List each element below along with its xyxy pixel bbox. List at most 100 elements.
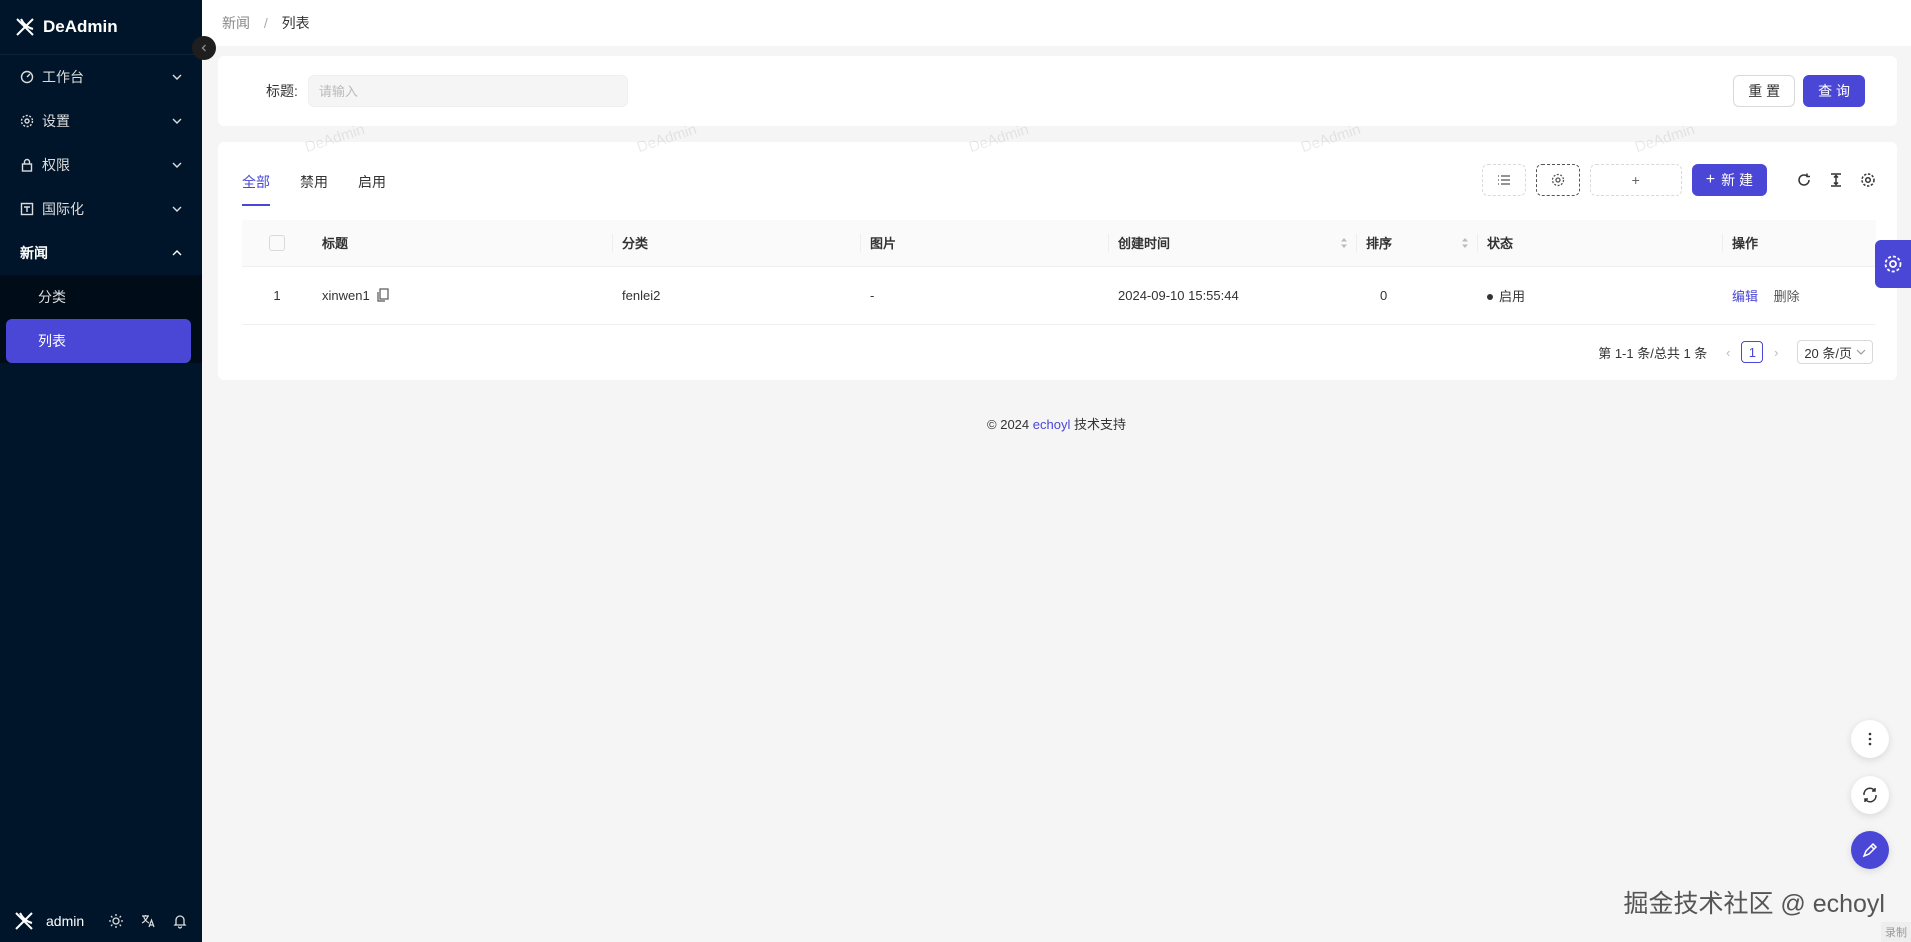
sort-icon[interactable] [1461,237,1469,249]
tab-all[interactable]: 全部 [242,172,270,206]
breadcrumb-parent[interactable]: 新闻 [222,15,250,31]
chevron-left-icon [201,44,206,52]
row-actions: 编辑 删除 [1722,266,1876,325]
row-sort: 0 [1356,266,1477,325]
gear-icon [1884,255,1902,273]
row-category: fenlei2 [612,266,860,325]
row-created: 2024-09-10 15:55:44 [1108,266,1356,325]
pen-icon [1862,842,1878,858]
translate-icon[interactable] [140,913,156,929]
next-page-icon[interactable]: › [1769,345,1783,360]
title-input[interactable] [307,75,628,107]
search-form: 标题: 重 置 查 询 [218,56,1897,126]
column-height-icon[interactable] [1827,171,1845,189]
logo-icon [16,18,34,36]
reload-icon[interactable] [1795,171,1813,189]
settings-button[interactable] [1535,164,1580,196]
sidebar-footer: admin [0,900,202,942]
brand-link[interactable]: echoyl [1033,417,1071,432]
title-field-label: 标题: [266,83,298,99]
bell-icon[interactable] [172,913,188,929]
copy-icon[interactable] [377,287,389,302]
logo[interactable]: DeAdmin [0,0,202,55]
copyright-year: 2024 [1000,417,1030,432]
row-index: 1 [242,266,312,325]
delete-link[interactable]: 删除 [1774,289,1800,304]
theme-setting-button[interactable] [1875,240,1911,288]
sync-icon [1863,787,1877,803]
chevron-down-icon [172,116,182,126]
breadcrumb: 新闻 / 列表 [222,13,310,33]
add-dashed-button[interactable]: + [1589,164,1682,196]
sort-icon[interactable] [1340,237,1348,249]
sidebar-item-i18n[interactable]: 国际化 [0,187,202,231]
sidebar-collapse-button[interactable] [192,36,216,60]
gear-icon[interactable] [1859,171,1877,189]
sidebar-item-news[interactable]: 新闻 [0,231,202,275]
lock-icon [20,158,34,172]
plus-icon: + [1705,171,1716,188]
more-vertical-icon [1868,732,1872,746]
chevron-down-icon [172,160,182,170]
sidebar-item-label: 权限 [42,157,70,173]
header: 新闻 / 列表 [202,0,1911,46]
username[interactable]: admin [46,913,92,929]
sidebar-item-category[interactable]: 分类 [0,275,202,319]
page-footer: © 2024 echoyl 技术支持 [202,414,1911,433]
sidebar-item-permissions[interactable]: 权限 [0,143,202,187]
sidebar-item-list[interactable]: 列表 [6,319,191,363]
column-sort[interactable]: 排序 [1356,220,1477,267]
edit-link[interactable]: 编辑 [1732,289,1758,304]
table-card: 全部 禁用 启用 + + 新 建 标题 分类 图片 创建时间 排序 状态 操作 … [218,142,1897,380]
column-image: 图片 [860,220,1108,267]
sidebar-item-label: 新闻 [20,245,48,261]
theme-sun-icon[interactable] [108,913,124,929]
edit-fab-button[interactable] [1851,831,1889,869]
sidebar-item-dashboard[interactable]: 工作台 [0,55,202,99]
select-all-cell [242,220,312,267]
more-button[interactable] [1851,720,1889,758]
record-tag: 录制 [1881,922,1911,942]
new-button[interactable]: + 新 建 [1691,164,1767,196]
row-status: 启用 [1477,266,1722,325]
news-submenu: 分类 列表 [0,275,202,363]
sidebar-item-settings[interactable]: 设置 [0,99,202,143]
list-icon [1497,175,1510,185]
page-1-button[interactable]: 1 [1741,341,1764,363]
sidebar: DeAdmin 工作台 设置 权限 国际化 新闻 分类 列表 admin [0,0,202,942]
gear-icon [1551,173,1564,187]
column-title: 标题 [312,220,612,267]
prev-page-icon[interactable]: ‹ [1721,345,1735,360]
column-actions: 操作 [1722,220,1876,267]
pagination-summary: 第 1-1 条/总共 1 条 [1598,345,1708,361]
status-tabs: 全部 禁用 启用 [242,172,416,206]
query-button[interactable]: 查 询 [1803,75,1865,107]
sidebar-item-label: 设置 [42,113,70,129]
chevron-up-icon [172,248,182,258]
page-size-select[interactable]: 20 条/页 [1797,340,1873,364]
sidebar-item-label: 国际化 [42,201,84,217]
list-view-button[interactable] [1481,164,1526,196]
logo-text: DeAdmin [43,17,118,36]
column-created[interactable]: 创建时间 [1108,220,1356,267]
dashboard-icon [20,70,34,84]
gear-icon [20,114,34,128]
tab-enabled[interactable]: 启用 [358,172,386,206]
translate-icon [20,202,34,216]
table-toolbar: + + 新 建 [1481,164,1877,196]
table-row: 1 xinwen1 fenlei2 - 2024-09-10 15:55:44 … [242,266,1876,325]
tab-disabled[interactable]: 禁用 [300,172,328,206]
breadcrumb-current: 列表 [281,15,310,31]
chevron-down-icon [172,204,182,214]
column-category: 分类 [612,220,860,267]
select-all-checkbox[interactable] [269,235,285,252]
sidebar-item-label: 工作台 [42,69,84,85]
row-image: - [860,266,1108,325]
status-dot [1487,294,1493,301]
new-button-label: 新 建 [1721,172,1753,188]
row-title: xinwen1 [312,266,612,325]
refresh-button[interactable] [1851,776,1889,814]
sidebar-menu: 工作台 设置 权限 国际化 新闻 [0,55,202,275]
avatar[interactable] [14,911,34,931]
reset-button[interactable]: 重 置 [1733,75,1796,107]
